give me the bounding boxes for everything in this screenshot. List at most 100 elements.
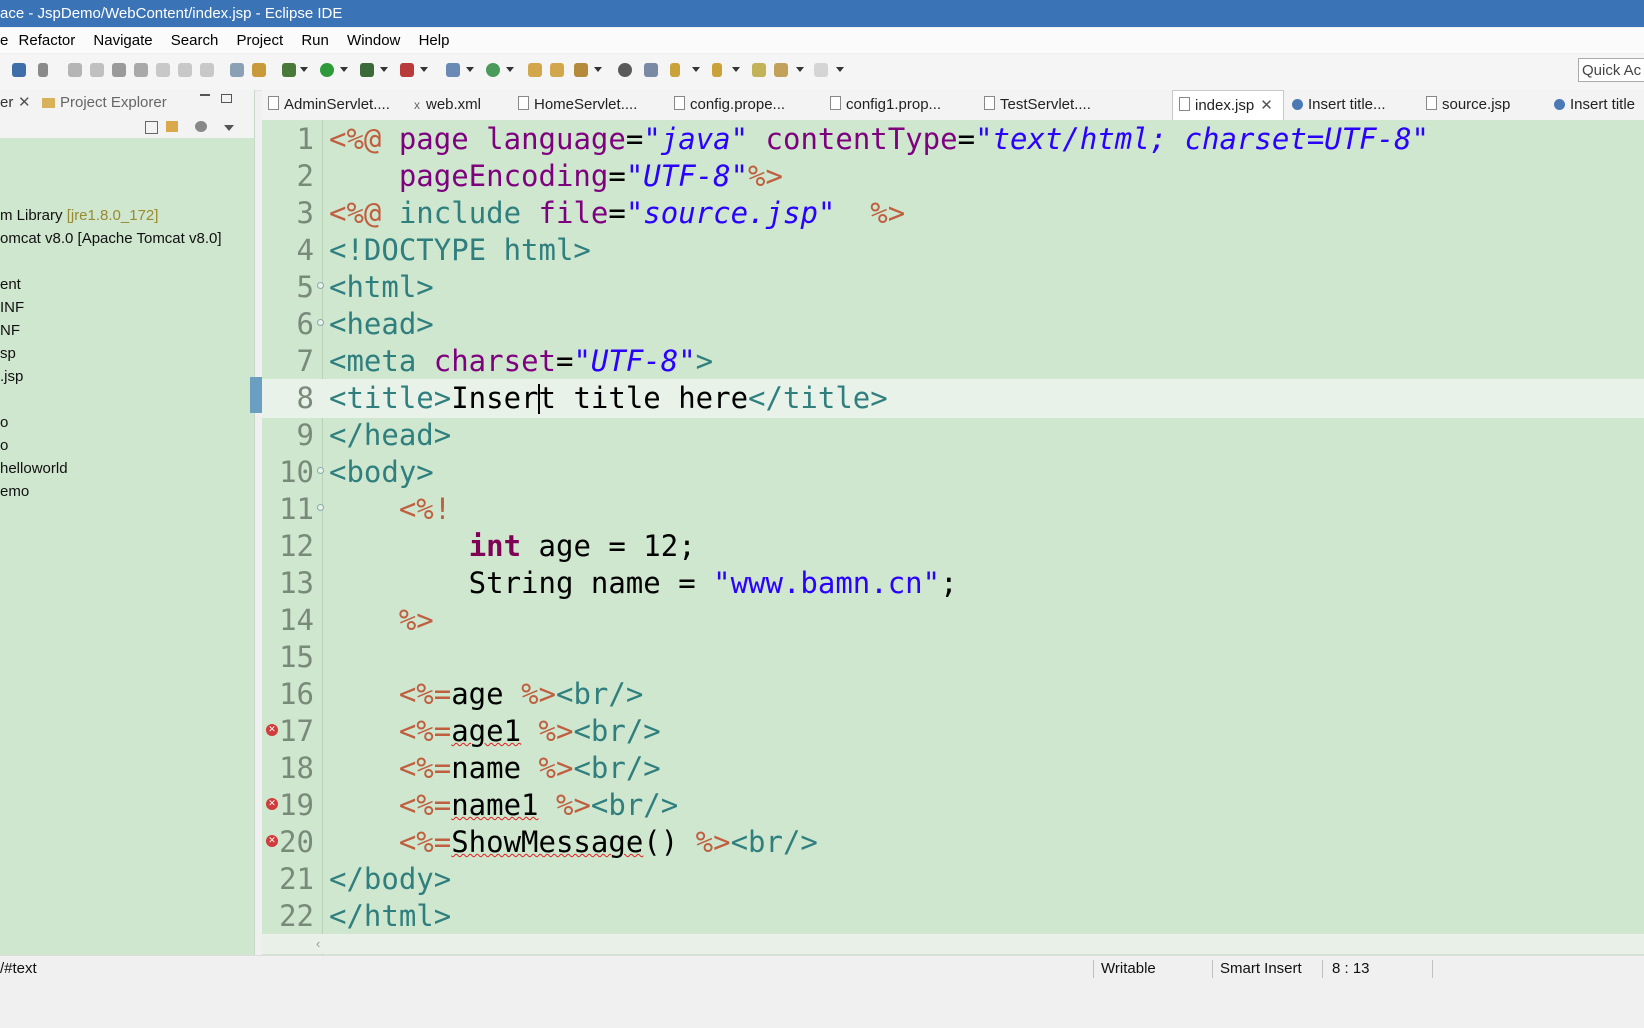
prev-annotation-icon[interactable] xyxy=(712,63,722,77)
tree-item-jsp-file[interactable]: .jsp xyxy=(0,365,222,388)
scroll-left-icon[interactable]: ‹ xyxy=(316,936,320,951)
search-dropdown-icon[interactable] xyxy=(594,67,602,72)
tree-item-webcontent[interactable]: ent xyxy=(0,273,222,296)
new-server-icon[interactable] xyxy=(252,63,266,77)
quick-access-input[interactable]: Quick Ac xyxy=(1578,58,1644,82)
coverage-dropdown-icon[interactable] xyxy=(380,67,388,72)
fold-icon[interactable] xyxy=(317,467,324,474)
back-dropdown-icon[interactable] xyxy=(796,67,804,72)
tab-web-xml[interactable]: x web.xml xyxy=(414,90,481,120)
annotation-icon[interactable] xyxy=(644,63,658,77)
close-tab-icon[interactable]: ✕ xyxy=(1260,97,1273,114)
external-tools-dropdown-icon[interactable] xyxy=(420,67,428,72)
code-line: 11 <%! xyxy=(279,492,452,526)
status-separator xyxy=(1212,960,1213,978)
tree-item-meta-inf[interactable]: INF xyxy=(0,296,222,319)
link-editor-icon[interactable] xyxy=(166,121,178,132)
tab-project-explorer[interactable]: Project Explorer xyxy=(60,90,167,116)
window-title: ace - JspDemo/WebContent/index.jsp - Ecl… xyxy=(0,0,1644,27)
debug-icon[interactable] xyxy=(282,63,296,77)
xml-file-icon: x xyxy=(414,98,420,112)
code-line: 13 String name = "www.bamn.cn"; xyxy=(279,566,958,600)
tree-item-system-library[interactable]: m Library [jre1.8.0_172] xyxy=(0,204,222,227)
tab-insert-title-2[interactable]: Insert title xyxy=(1554,90,1635,120)
tree-item-jsp[interactable]: sp xyxy=(0,342,222,365)
java-file-icon xyxy=(268,96,279,110)
search-icon[interactable] xyxy=(574,63,588,77)
browser-icon xyxy=(1554,99,1565,110)
code-line: 12 int age = 12; xyxy=(279,529,696,563)
status-insert-mode[interactable]: Smart Insert xyxy=(1220,956,1302,982)
tree-item-helloworld[interactable]: helloworld xyxy=(0,457,222,480)
tree-item-o2[interactable]: o xyxy=(0,434,222,457)
new-java-project-icon[interactable] xyxy=(446,63,460,77)
code-line: ✕ 19 <%=name1 %><br/> xyxy=(262,786,1644,825)
step-return-icon[interactable] xyxy=(200,63,214,77)
console-icon[interactable] xyxy=(12,63,26,77)
tree-item-web-inf[interactable]: NF xyxy=(0,319,222,342)
tab-adminservlet[interactable]: AdminServlet.... xyxy=(268,90,390,120)
status-writable: Writable xyxy=(1101,960,1156,977)
browser-icon[interactable] xyxy=(618,63,632,77)
back-icon[interactable] xyxy=(774,63,788,77)
run-dropdown-icon[interactable] xyxy=(340,67,348,72)
next-annotation-icon[interactable] xyxy=(670,63,680,77)
menu-refactor[interactable]: Refactor xyxy=(19,28,76,53)
next-annotation-dropdown-icon[interactable] xyxy=(692,67,700,72)
debug-dropdown-icon[interactable] xyxy=(300,67,308,72)
maximize-icon[interactable] xyxy=(221,94,232,103)
tree-item-o1[interactable]: o xyxy=(0,411,222,434)
tree-item-tomcat[interactable]: omcat v8.0 [Apache Tomcat v8.0] xyxy=(0,227,222,250)
forward-dropdown-icon[interactable] xyxy=(836,67,844,72)
horizontal-scrollbar[interactable]: ‹ xyxy=(262,934,1644,954)
fold-icon[interactable] xyxy=(317,504,324,511)
view-menu-icon[interactable] xyxy=(224,125,234,131)
open-type-icon[interactable] xyxy=(528,63,542,77)
skip-breakpoints-icon[interactable] xyxy=(38,63,48,77)
coverage-icon[interactable] xyxy=(360,63,374,77)
prev-annotation-dropdown-icon[interactable] xyxy=(732,67,740,72)
tab-homeservlet[interactable]: HomeServlet.... xyxy=(518,90,637,120)
step-over-icon[interactable] xyxy=(178,63,192,77)
tab-insert-title-1[interactable]: Insert title... xyxy=(1292,90,1386,120)
code-line: 21 </body> xyxy=(279,862,452,896)
tab-index-jsp[interactable]: index.jsp ✕ xyxy=(1172,90,1284,120)
menu-window[interactable]: Window xyxy=(347,28,400,53)
code-editor[interactable]: 1 <%@ page language="java" contentType="… xyxy=(262,120,1644,978)
tab-source-jsp[interactable]: source.jsp xyxy=(1426,90,1510,120)
menu-help[interactable]: Help xyxy=(419,28,450,53)
run-icon[interactable] xyxy=(320,63,334,77)
step-into-icon[interactable] xyxy=(156,63,170,77)
suspend-icon[interactable] xyxy=(90,63,104,77)
new-class-dropdown-icon[interactable] xyxy=(506,67,514,72)
external-tools-icon[interactable] xyxy=(400,63,414,77)
code-line: 9 </head> xyxy=(296,418,452,452)
tab-config1-properties[interactable]: config1.prop... xyxy=(830,90,941,120)
forward-icon[interactable] xyxy=(814,63,828,77)
terminate-icon[interactable] xyxy=(112,63,126,77)
menu-file-partial[interactable]: e xyxy=(0,28,8,53)
filter-icon[interactable] xyxy=(195,121,207,132)
tree-item-demo[interactable]: emo xyxy=(0,480,222,503)
menu-project[interactable]: Project xyxy=(236,28,283,53)
tab-partial-label[interactable]: er xyxy=(0,90,13,116)
status-separator xyxy=(1322,960,1323,978)
fold-icon[interactable] xyxy=(317,319,324,326)
code-line: 5 <html> xyxy=(296,270,434,304)
resume-icon[interactable] xyxy=(68,63,82,77)
close-icon[interactable]: ✕ xyxy=(18,90,31,116)
tab-config-properties[interactable]: config.prope... xyxy=(674,90,785,120)
tab-testservlet[interactable]: TestServlet.... xyxy=(984,90,1091,120)
menu-navigate[interactable]: Navigate xyxy=(93,28,152,53)
minimize-icon[interactable] xyxy=(200,94,210,96)
open-resource-icon[interactable] xyxy=(550,63,564,77)
new-class-icon[interactable] xyxy=(486,63,500,77)
menu-search[interactable]: Search xyxy=(171,28,219,53)
menu-run[interactable]: Run xyxy=(301,28,329,53)
collapse-all-icon[interactable] xyxy=(145,121,158,134)
new-project-dropdown-icon[interactable] xyxy=(466,67,474,72)
disconnect-icon[interactable] xyxy=(134,63,148,77)
fold-icon[interactable] xyxy=(317,282,324,289)
last-edit-icon[interactable] xyxy=(752,63,766,77)
open-task-icon[interactable] xyxy=(230,63,244,77)
